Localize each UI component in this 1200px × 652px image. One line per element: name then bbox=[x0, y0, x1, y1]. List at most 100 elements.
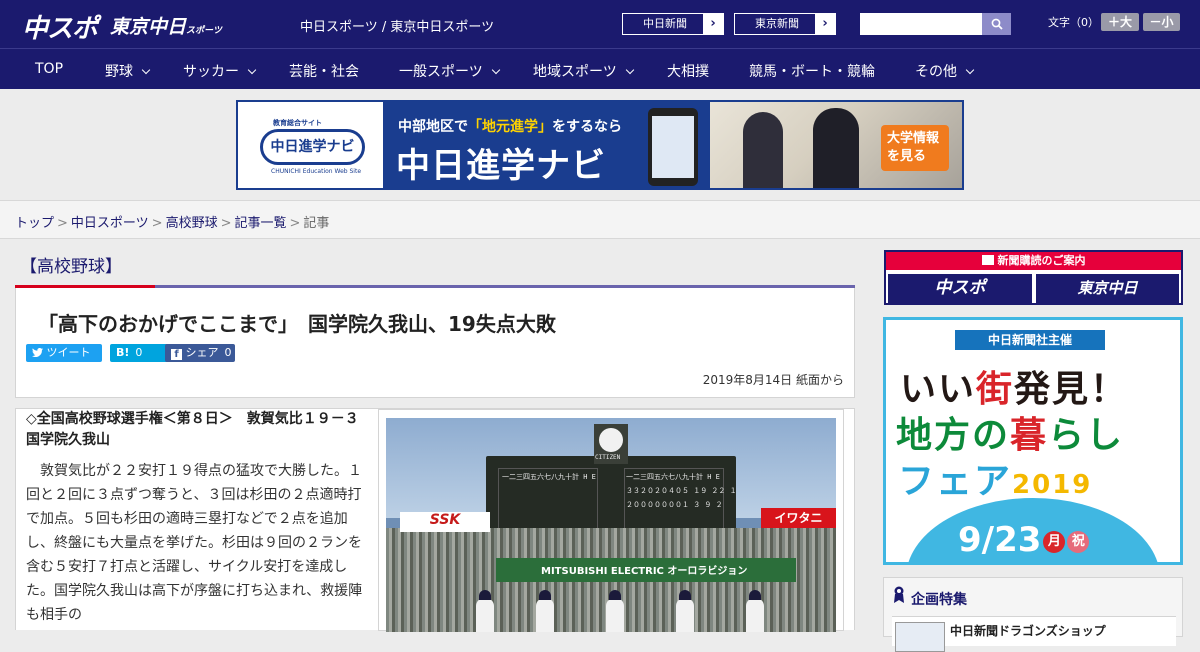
featured-specials: 企画特集 中日新聞ドラゴンズショップ bbox=[883, 577, 1183, 652]
tokyo-shimbun-link[interactable]: 東京新聞 › bbox=[734, 13, 836, 35]
nav-item-local-sports[interactable]: 地域スポーツ bbox=[533, 61, 634, 81]
nav-item-baseball[interactable]: 野球 bbox=[105, 61, 151, 81]
nav-label: 競馬・ボート・競輪 bbox=[749, 64, 875, 80]
nav-label: TOP bbox=[35, 61, 64, 77]
nav-item-sumo[interactable]: 大相撲 bbox=[667, 61, 709, 81]
hatena-icon: B! bbox=[116, 346, 130, 359]
nav-item-racing[interactable]: 競馬・ボート・競輪 bbox=[749, 61, 875, 81]
chunichi-shimbun-link[interactable]: 中日新聞 › bbox=[622, 13, 724, 35]
banner-logo-en: CHUNICHI Education Web Site bbox=[271, 168, 362, 175]
article-photo-frame: 一二三四五六七八九十計 H E ３３２０２０４０５ １９ ２２ １ ２０００００… bbox=[378, 409, 844, 632]
breadcrumb: トップ > 中日スポーツ > 高校野球 > 記事一覧 > 記事 bbox=[15, 212, 329, 231]
fair-holiday-badge: 祝 bbox=[1067, 531, 1090, 553]
category-heading: 【高校野球】 bbox=[20, 257, 122, 277]
shingaku-navi-logo: 中日進学ナビ bbox=[260, 129, 365, 165]
fair-headline-2: 地方の暮らし bbox=[896, 406, 1124, 458]
facebook-count: 0 bbox=[224, 346, 232, 359]
fair-organizer-tag: 中日新聞社主催 bbox=[955, 330, 1105, 350]
tokyo-logo-text: 東京中日 bbox=[110, 16, 187, 38]
article-header: 「高下のおかげでここまで」 国学院久我山、19失点大敗 ツイート B! 0 f シ… bbox=[15, 288, 855, 398]
banner-sub-pre: 中部地区で bbox=[398, 119, 468, 135]
search-input[interactable] bbox=[860, 13, 982, 35]
banner-logo-sub: 教育総合サイト bbox=[273, 119, 322, 127]
tokyo-chunichi-logo[interactable]: 東京中日スポーツ bbox=[110, 12, 222, 39]
stadium-clock: CITIZEN bbox=[594, 424, 628, 464]
player-figure bbox=[476, 590, 494, 632]
chusupo-logo[interactable]: 中スポ bbox=[22, 8, 98, 45]
phone-screen bbox=[652, 116, 694, 178]
player-figure bbox=[676, 590, 694, 632]
tweet-button[interactable]: ツイート bbox=[26, 344, 102, 362]
breadcrumb-current: 記事 bbox=[303, 216, 330, 231]
chunichi-shimbun-label: 中日新聞 bbox=[643, 17, 687, 30]
nav-label: 地域スポーツ bbox=[533, 64, 617, 80]
nav-label: 芸能・社会 bbox=[289, 64, 359, 80]
chevron-right-icon: › bbox=[703, 14, 723, 34]
nav-item-top[interactable]: TOP bbox=[35, 61, 63, 77]
article-title: 「高下のおかげでここまで」 国学院久我山、19失点大敗 bbox=[38, 312, 556, 336]
fair-headline-1: いい街発見！ bbox=[900, 360, 1128, 412]
search-button[interactable] bbox=[982, 13, 1011, 35]
subscription-heading-text: 新聞購読のご案内 bbox=[997, 254, 1086, 267]
player-figure bbox=[746, 590, 764, 632]
hatena-bookmark-button[interactable]: B! 0 bbox=[110, 344, 170, 362]
hatena-count: 0 bbox=[135, 346, 143, 359]
fair-text: 地方の bbox=[896, 415, 1011, 456]
featured-thumbnail bbox=[895, 622, 945, 652]
site-name: 中日スポーツ / 東京中日スポーツ bbox=[300, 20, 495, 35]
subscription-banner[interactable]: 新聞購読のご案内 中スポ 東京中日 bbox=[884, 250, 1183, 305]
student-figure bbox=[813, 108, 859, 188]
banner-cta-button[interactable]: 大学情報 を見る bbox=[881, 125, 949, 171]
chevron-down-icon bbox=[247, 65, 257, 75]
nav-item-general-sports[interactable]: 一般スポーツ bbox=[399, 61, 500, 81]
smartphone-image bbox=[648, 108, 698, 186]
font-increase-button[interactable]: ＋大 bbox=[1101, 13, 1139, 31]
fair-text: 街 bbox=[976, 369, 1015, 410]
breadcrumb-separator: > bbox=[151, 216, 163, 231]
facebook-share-label: シェア bbox=[185, 346, 219, 359]
article-lead: ◇全国高校野球選手権＜第８日＞ 敦賀気比１９－３国学院久我山 bbox=[26, 411, 359, 448]
facebook-icon: f bbox=[171, 349, 182, 360]
nav-label: 大相撲 bbox=[667, 64, 709, 80]
local-life-fair-ad[interactable]: 中日新聞社主催 いい街発見！ 地方の暮らし フェア2019 9/23 月祝 bbox=[883, 317, 1183, 565]
article-date: 2019年8月14日 紙面から bbox=[702, 373, 844, 387]
tokyo-chunichi-subscribe-logo[interactable]: 東京中日 bbox=[1036, 274, 1179, 303]
chusupo-subscribe-logo[interactable]: 中スポ bbox=[888, 274, 1032, 303]
fair-date-num: 9/23 bbox=[958, 520, 1042, 560]
breadcrumb-article-list[interactable]: 記事一覧 bbox=[235, 216, 287, 231]
iwatani-ad-board: イワタニ bbox=[761, 508, 836, 528]
font-size-label: 文字（0） bbox=[1048, 16, 1099, 29]
banner-title: 中日進学ナビ bbox=[396, 146, 606, 186]
breadcrumb-high-school-baseball[interactable]: 高校野球 bbox=[166, 216, 218, 231]
fair-text: フェア bbox=[898, 461, 1013, 502]
scoreboard-row-1: ３３２０２０４０５ １９ ２２ １ bbox=[626, 487, 737, 495]
chevron-down-icon bbox=[965, 65, 975, 75]
article-column: 【高校野球】 「高下のおかげでここまで」 国学院久我山、19失点大敗 ツイート … bbox=[15, 240, 855, 632]
featured-item[interactable]: 中日新聞ドラゴンズショップ bbox=[892, 616, 1176, 652]
fair-text: 発見！ bbox=[1014, 369, 1129, 410]
nav-item-other[interactable]: その他 bbox=[915, 61, 975, 81]
chevron-down-icon bbox=[491, 65, 500, 75]
font-decrease-button[interactable]: －小 bbox=[1143, 13, 1180, 31]
featured-item-title: 中日新聞ドラゴンズショップ bbox=[950, 624, 1106, 638]
breadcrumb-separator: > bbox=[57, 216, 68, 231]
article-photo[interactable]: 一二三四五六七八九十計 H E ３３２０２０４０５ １９ ２２ １ ２０００００… bbox=[386, 418, 836, 632]
ribbon-icon bbox=[894, 586, 904, 603]
breadcrumb-separator: > bbox=[220, 216, 232, 231]
breadcrumb-chunichi-sports[interactable]: 中日スポーツ bbox=[71, 216, 149, 231]
facebook-share-button[interactable]: f シェア 0 bbox=[165, 344, 235, 362]
nav-item-soccer[interactable]: サッカー bbox=[183, 61, 257, 81]
tokyo-shimbun-label: 東京新聞 bbox=[755, 17, 799, 30]
main-nav: TOP 野球 サッカー 芸能・社会 一般スポーツ 地域スポーツ 大相撲 競馬・ボ… bbox=[0, 48, 1200, 89]
chevron-right-icon: › bbox=[815, 14, 835, 34]
ad-banner-shingaku-navi[interactable]: 教育総合サイト 中日進学ナビ CHUNICHI Education Web Si… bbox=[236, 100, 964, 190]
chevron-down-icon bbox=[625, 65, 634, 75]
nav-item-entertainment[interactable]: 芸能・社会 bbox=[289, 61, 359, 81]
tokyo-logo-small: スポーツ bbox=[186, 26, 222, 36]
breadcrumb-top[interactable]: トップ bbox=[15, 216, 54, 231]
fair-text: いい bbox=[900, 369, 977, 410]
fair-text: らし bbox=[1048, 415, 1125, 456]
banner-logo-area: 教育総合サイト 中日進学ナビ CHUNICHI Education Web Si… bbox=[238, 102, 383, 188]
scoreboard-row-2: ２０００００００１ ３ ９ ２ bbox=[626, 501, 723, 509]
search-icon bbox=[991, 18, 1003, 30]
